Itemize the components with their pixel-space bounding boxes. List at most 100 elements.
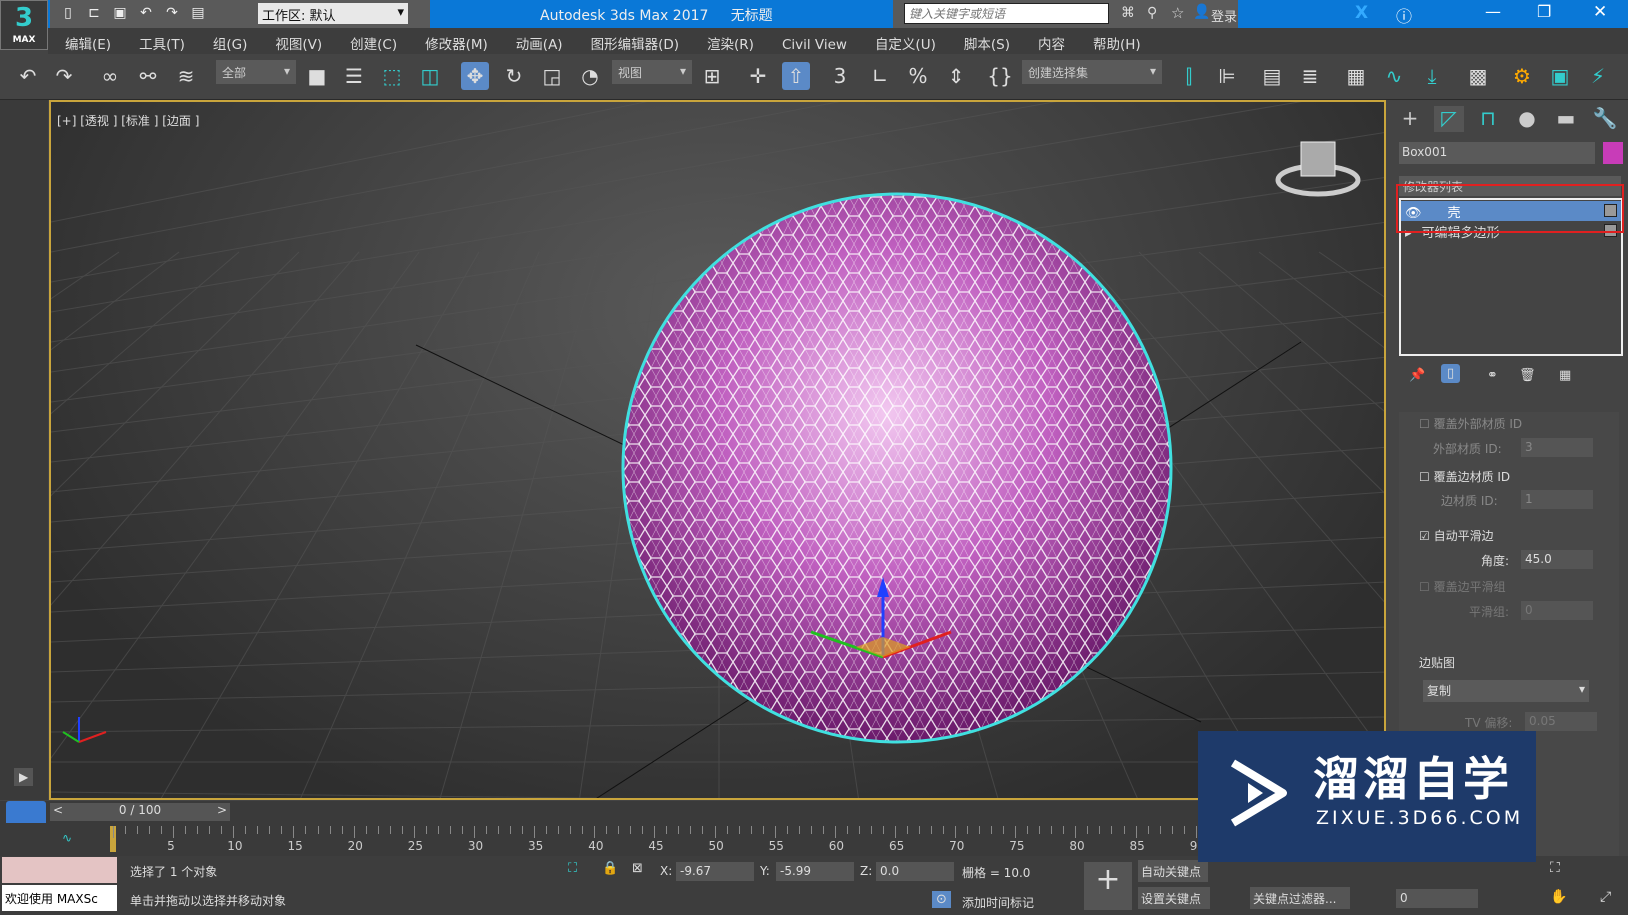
open-file-icon[interactable]: ⊏ [84,5,104,23]
show-end-result-icon[interactable]: ▯ [1441,364,1461,383]
key-filters-button[interactable]: 关键点过滤器... [1250,887,1350,909]
close-button[interactable]: ✕ [1593,2,1607,22]
hierarchy-tab-icon[interactable]: ⊓ [1473,106,1503,132]
select-move-icon[interactable]: ✥ [461,62,489,90]
rect-selection-icon[interactable]: ⬚ [378,62,406,90]
smooth-group-spinner[interactable]: 0 [1521,601,1593,620]
redo-icon[interactable]: ↷ [162,5,182,23]
selection-filter-dropdown[interactable]: 全部 ▾ [216,60,296,84]
tv-offset-spinner[interactable]: 0.05 [1525,712,1597,731]
override-edge-checkbox[interactable]: ☐ 覆盖边材质 ID [1419,468,1510,485]
track-bar[interactable]: ∿ 51015202530354045505560657075808590 [0,823,1233,856]
restore-button[interactable]: ❐ [1537,2,1551,21]
ribbon-icon[interactable]: ≣ [1296,62,1324,90]
render-setup-icon[interactable]: ▩ [1464,62,1492,90]
keyboard-shortcut-toggle-icon[interactable]: ⇧ [782,62,810,90]
redo-icon[interactable]: ↷ [50,62,78,90]
edge-id-spinner[interactable]: 1 [1521,490,1593,509]
maxscript-listener[interactable] [2,857,117,883]
rendered-frame-icon[interactable]: ▣ [1546,62,1574,90]
link-icon[interactable]: ∞ [96,62,124,90]
zoom-extents-icon[interactable]: ⛶ [1550,860,1560,876]
x-coordinate-field[interactable]: -9.67 [676,862,754,881]
render-production-icon[interactable]: ⚡ [1584,62,1612,90]
undo-icon[interactable]: ↶ [14,62,42,90]
exchange-icon[interactable]: X [1355,3,1368,23]
pan-view-icon[interactable]: ✋ [1550,889,1567,905]
curve-editor-mini-icon[interactable]: ∿ [62,831,72,845]
pivot-icon[interactable]: ⊞ [698,62,726,90]
percent-snap-icon[interactable]: % [904,62,932,90]
time-tag-icon[interactable]: ⊙ [932,891,951,908]
pin-stack-icon[interactable]: 📌 [1409,368,1425,383]
auto-key-button[interactable]: 自动关键点 [1138,860,1208,882]
undo-icon[interactable]: ↶ [136,5,156,23]
selection-lock-icon[interactable]: 🔒 [602,861,618,876]
edge-map-dropdown[interactable]: 复制 ▾ [1423,680,1589,702]
override-outer-checkbox[interactable]: ☐ 覆盖外部材质 ID [1419,415,1522,432]
angle-spinner[interactable]: 45.0 [1521,550,1593,569]
scale-icon[interactable]: ◲ [538,62,566,90]
object-name-field[interactable]: Box001 [1399,142,1595,164]
edit-named-selection-icon[interactable]: {} [986,62,1014,90]
login-button[interactable]: 登录 [1211,6,1237,25]
maxscript-input[interactable]: 欢迎使用 MAXSc [2,885,117,911]
modify-tab-icon[interactable]: ◸ [1434,106,1464,132]
spinner-snap-icon[interactable]: ⇕ [942,62,970,90]
snap-3d-icon[interactable]: 3 [826,62,854,90]
perspective-viewport[interactable]: [+] [透视 ] [标准 ] [边面 ] [49,100,1386,800]
help-icon[interactable]: ⓘ [1396,3,1412,27]
absolute-mode-icon[interactable]: ⊠ [632,861,643,876]
outer-id-spinner[interactable]: 3 [1521,438,1593,457]
layer-explorer-icon[interactable]: ▤ [1258,62,1286,90]
remove-modifier-icon[interactable]: 🗑 [1519,368,1536,383]
rotate-icon[interactable]: ↻ [500,62,528,90]
create-tab-icon[interactable]: + [1395,106,1425,132]
utilities-tab-icon[interactable]: 🔧 [1590,106,1620,132]
object-color-swatch[interactable] [1603,142,1623,164]
minimize-button[interactable]: — [1485,2,1501,21]
project-icon[interactable]: ▤ [188,5,208,23]
override-smooth-checkbox[interactable]: ☐ 覆盖边平滑组 [1419,578,1506,595]
expand-viewport-layout-button[interactable]: ▶ [14,768,34,786]
unlink-icon[interactable]: ⚯ [134,62,162,90]
place-icon[interactable]: ◔ [576,62,604,90]
add-time-tag-button[interactable]: 添加时间标记 [962,894,1034,911]
select-manipulate-icon[interactable]: ✛ [744,62,772,90]
schematic-view-icon[interactable]: ∿ [1380,62,1408,90]
align-icon[interactable]: ⊫ [1213,62,1241,90]
workspace-dropdown[interactable]: 工作区: 默认 ▾ [258,3,408,24]
frame-slider-thumb[interactable]: <0 / 100 > [50,803,230,821]
material-editor-icon[interactable]: ⤓ [1418,62,1446,90]
bind-space-warp-icon[interactable]: ≋ [172,62,200,90]
configure-sets-icon[interactable]: ▦ [1559,368,1571,383]
isolate-selection-icon[interactable]: ⛶ [568,861,577,876]
mirror-icon[interactable]: ⫿ [1175,62,1203,90]
motion-tab-icon[interactable]: ● [1512,106,1542,132]
curve-editor-icon[interactable]: ▦ [1342,62,1370,90]
named-selection-dropdown[interactable]: 创建选择集 ▾ [1022,60,1162,84]
search-input[interactable] [904,3,1109,24]
binoculars-icon[interactable]: ⌘ [1121,5,1135,21]
make-unique-icon[interactable]: ⚭ [1487,368,1498,383]
current-frame-field[interactable]: 0 [1396,889,1478,908]
set-key-button[interactable]: 设置关键点 [1138,887,1210,909]
save-icon[interactable]: ▣ [110,5,130,23]
reference-coordinate-dropdown[interactable]: 视图 ▾ [612,60,692,84]
auto-smooth-checkbox[interactable]: ☑ 自动平滑边 [1419,527,1494,544]
maximize-viewport-icon[interactable]: ⤢ [1600,889,1611,905]
render-setup-teapot-icon[interactable]: ⚙ [1508,62,1536,90]
user-icon[interactable]: 👤 [1193,4,1210,20]
default-in-out-tangent-icon[interactable]: + [1084,862,1132,910]
window-crossing-icon[interactable]: ◫ [416,62,444,90]
select-object-icon[interactable]: ■ [303,62,331,90]
star-icon[interactable]: ☆ [1171,4,1184,22]
display-tab-icon[interactable]: ▬ [1551,106,1581,132]
satellite-icon[interactable]: ⚲ [1147,5,1157,21]
y-coordinate-field[interactable]: -5.99 [776,862,854,881]
app-logo[interactable]: 3 MAX [0,0,48,50]
new-file-icon[interactable]: ▯ [58,5,78,23]
angle-snap-icon[interactable]: ∟ [866,62,894,90]
z-coordinate-field[interactable]: 0.0 [876,862,954,881]
time-slider[interactable]: <0 / 100 > [0,801,1200,856]
